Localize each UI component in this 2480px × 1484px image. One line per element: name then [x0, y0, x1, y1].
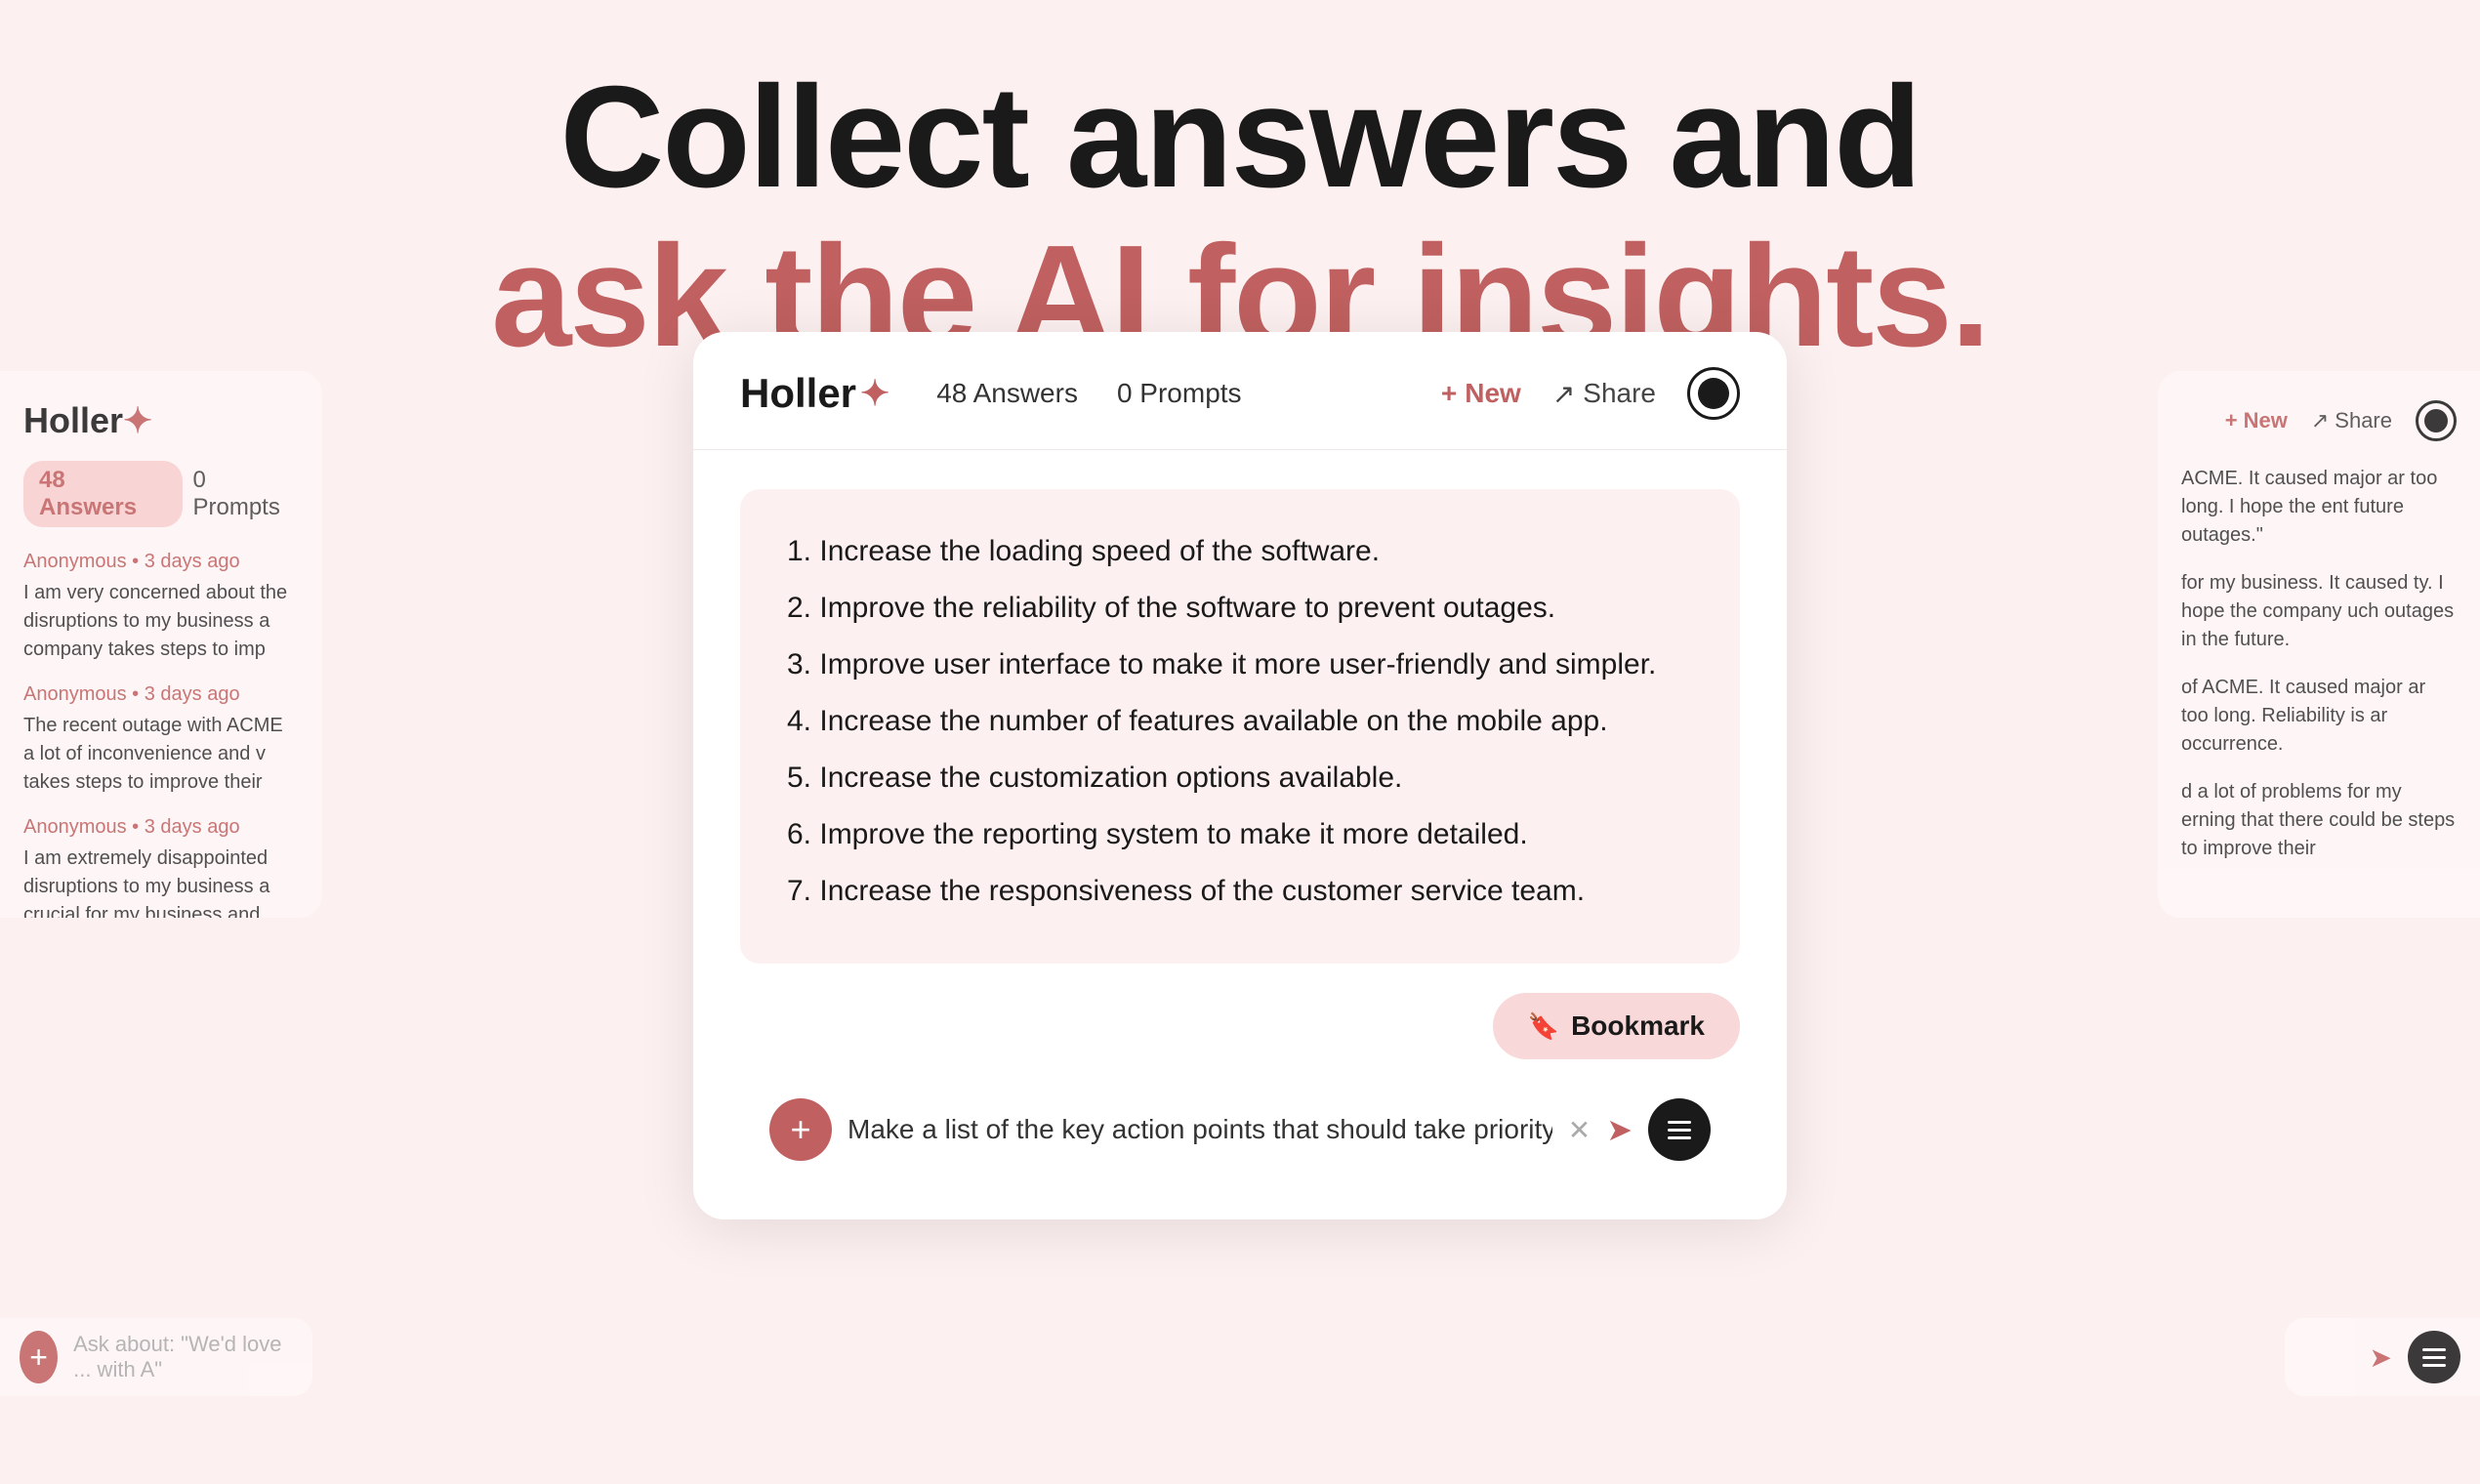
- bg-right-answer-2: for my business. It caused ty. I hope th…: [2181, 569, 2457, 654]
- list-item-2: 2. Improve the reliability of the softwa…: [787, 585, 1693, 632]
- bg-send-icon-right: ➤: [2370, 1341, 2392, 1374]
- clear-icon: ✕: [1568, 1115, 1591, 1145]
- bookmark-row: 🔖 Bookmark: [740, 993, 1740, 1059]
- share-label: Share: [1583, 378, 1656, 409]
- bg-plus-btn: +: [20, 1331, 58, 1383]
- logo-spark-icon: ✦: [860, 373, 889, 414]
- card-header: Holler✦ 48 Answers 0 Prompts + New ↗ Sha…: [693, 332, 1787, 450]
- card-header-actions: + New ↗ Share: [1441, 367, 1740, 420]
- main-card: Holler✦ 48 Answers 0 Prompts + New ↗ Sha…: [693, 332, 1787, 1219]
- bg-bottom-right-bar: ➤: [2285, 1318, 2480, 1396]
- bg-stats-bar: 48 Answers 0 Prompts: [23, 461, 299, 527]
- share-button[interactable]: ↗ Share: [1552, 378, 1656, 410]
- bg-right-answer-4: d a lot of problems for my erning that t…: [2181, 778, 2457, 863]
- bookmark-icon: 🔖: [1528, 1011, 1559, 1042]
- avatar-button[interactable]: [1687, 367, 1740, 420]
- bg-right-panel: + New ↗ Share ACME. It caused major ar t…: [2158, 371, 2480, 918]
- list-item-1: 1. Increase the loading speed of the sof…: [787, 528, 1693, 575]
- list-item-6: 6. Improve the reporting system to make …: [787, 811, 1693, 858]
- new-button[interactable]: + New: [1441, 378, 1521, 409]
- list-item-5: 5. Increase the customization options av…: [787, 755, 1693, 802]
- avatar-inner: [1698, 378, 1729, 409]
- card-logo: Holler✦: [740, 370, 889, 417]
- bg-right-answer-1: ACME. It caused major ar too long. I hop…: [2181, 465, 2457, 550]
- bookmark-label: Bookmark: [1571, 1010, 1705, 1042]
- chat-input[interactable]: [847, 1114, 1552, 1145]
- menu-button[interactable]: [1648, 1098, 1711, 1161]
- list-item-7: 7. Increase the responsiveness of the cu…: [787, 868, 1693, 915]
- bg-answer-2: Anonymous • 3 days ago The recent outage…: [23, 683, 299, 797]
- share-arrow-icon: ↗: [1552, 378, 1575, 410]
- prompts-count: 0 Prompts: [1117, 378, 1242, 409]
- answers-count: 48 Answers: [936, 378, 1078, 409]
- card-content: 1. Increase the loading speed of the sof…: [693, 450, 1787, 1219]
- new-label: New: [1465, 378, 1521, 409]
- bg-input-placeholder: Ask about: "We'd love ... with A": [73, 1332, 293, 1382]
- bg-menu-btn-right: [2408, 1331, 2460, 1383]
- list-item-3: 3. Improve user interface to make it mor…: [787, 641, 1693, 688]
- input-plus-icon: +: [790, 1112, 810, 1147]
- bookmark-button[interactable]: 🔖 Bookmark: [1493, 993, 1740, 1059]
- bg-left-panel: Holler✦ 48 Answers 0 Prompts Anonymous •…: [0, 371, 322, 918]
- new-plus-icon: +: [1441, 378, 1457, 409]
- list-item-4: 4. Increase the number of features avail…: [787, 698, 1693, 745]
- hero-line1: Collect answers and: [0, 59, 2480, 218]
- bg-answers-badge: 48 Answers: [23, 461, 183, 527]
- ai-response-box: 1. Increase the loading speed of the sof…: [740, 489, 1740, 964]
- bg-answer-1: Anonymous • 3 days ago I am very concern…: [23, 551, 299, 664]
- card-stats: 48 Answers 0 Prompts: [936, 378, 1441, 409]
- bg-right-answer-3: of ACME. It caused major ar too long. Re…: [2181, 674, 2457, 759]
- card-input-row: + ✕ ➤: [740, 1079, 1740, 1190]
- clear-input-button[interactable]: ✕: [1568, 1114, 1591, 1146]
- send-icon: ➤: [1606, 1112, 1633, 1147]
- send-button[interactable]: ➤: [1606, 1111, 1633, 1148]
- menu-lines: [1668, 1121, 1691, 1139]
- bg-answer-3: Anonymous • 3 days ago I am extremely di…: [23, 816, 299, 918]
- input-plus-button[interactable]: +: [769, 1098, 832, 1161]
- bg-prompts: 0 Prompts: [192, 461, 299, 527]
- bg-bottom-left-bar: + Ask about: "We'd love ... with A": [0, 1318, 312, 1396]
- ai-response-list: 1. Increase the loading speed of the sof…: [787, 528, 1693, 915]
